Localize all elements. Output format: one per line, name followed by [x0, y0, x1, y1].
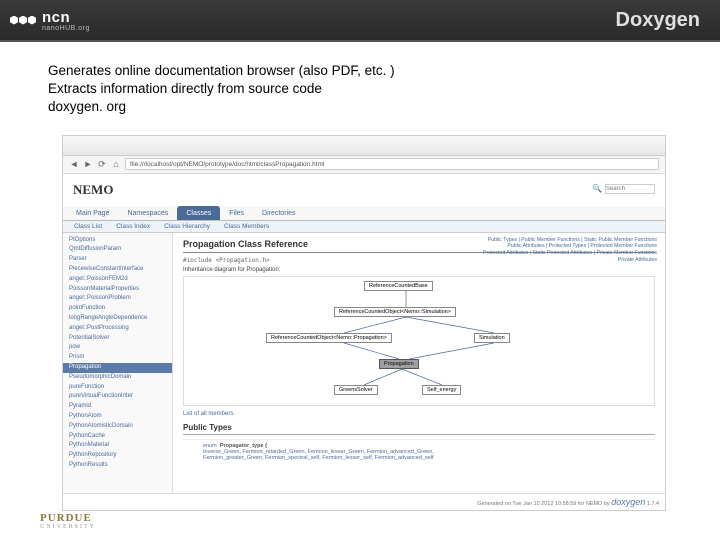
sidebar-item[interactable]: PIOptions: [63, 236, 172, 246]
sidebar-item[interactable]: PoissonMaterialProperties: [63, 285, 172, 295]
sidebar-item[interactable]: PythonMaterial: [63, 441, 172, 451]
subtab-class-hierarchy[interactable]: Class Hierarchy: [157, 221, 217, 232]
enum-row: enum Propagator_type { Inverse_Green, Fe…: [183, 439, 655, 461]
subtab-class-members[interactable]: Class Members: [217, 221, 276, 232]
search-area: 🔍: [592, 184, 655, 194]
forward-icon[interactable]: ►: [83, 159, 93, 169]
sidebar-item[interactable]: pureVirtualFunctionInter: [63, 392, 172, 402]
inheritance-diagram: ReferenceCountedBase ReferenceCountedObj…: [183, 276, 655, 406]
search-icon: 🔍: [592, 184, 602, 193]
summary-links[interactable]: Public Types | Public Member Functions |…: [483, 237, 657, 264]
bullet-list: Generates online documentation browser (…: [48, 62, 680, 117]
section-public-types: Public Types: [183, 423, 655, 435]
sidebar-item[interactable]: angel::PoissonFEM2d: [63, 275, 172, 285]
sidebar-item[interactable]: longRangeAngleDependence: [63, 314, 172, 324]
purdue-logo: PURDUE UNIVERSITY: [40, 512, 96, 530]
sidebar-item[interactable]: Propagation: [63, 363, 172, 373]
sidebar-item[interactable]: Prism: [63, 353, 172, 363]
slide-header: ncn nanoHUB.org Doxygen: [0, 0, 720, 42]
doc-content: Public Types | Public Member Functions |…: [173, 233, 665, 493]
slide-body: Generates online documentation browser (…: [0, 42, 720, 521]
back-icon[interactable]: ◄: [69, 159, 79, 169]
main-tabs: Main Page Namespaces Classes Files Direc…: [63, 206, 665, 221]
sidebar-item[interactable]: angel::PoissonProblem: [63, 294, 172, 304]
sidebar-item[interactable]: PythonCache: [63, 432, 172, 442]
sidebar-item[interactable]: QmtDiffusionParam: [63, 245, 172, 255]
tab-main-page[interactable]: Main Page: [67, 206, 118, 220]
sub-tabs: Class List Class Index Class Hierarchy C…: [63, 221, 665, 233]
node-refcountedobj-prop[interactable]: ReferenceCountedObject<Nemo::Propagation…: [266, 333, 392, 343]
browser-window: ◄ ► ⟳ ⌂ file:///localhost/opt/NEMO/proto…: [62, 135, 666, 511]
sidebar-item[interactable]: PiecewiseConstantInterface: [63, 265, 172, 275]
inheritance-caption: Inheritance diagram for Propagation:: [183, 267, 655, 273]
sidebar-item[interactable]: Parser: [63, 255, 172, 265]
all-members-link[interactable]: List of all members.: [183, 411, 655, 417]
tab-namespaces[interactable]: Namespaces: [118, 206, 177, 220]
project-title: NEMO: [73, 182, 655, 198]
node-propagation[interactable]: Propagation: [379, 359, 419, 369]
address-bar[interactable]: file:///localhost/opt/NEMO/prototype/doc…: [125, 158, 659, 170]
doxygen-logo[interactable]: doxygen: [611, 497, 645, 507]
brand-logo: ncn nanoHUB.org: [10, 9, 90, 32]
sidebar-item[interactable]: PythonAtom: [63, 412, 172, 422]
sidebar-item[interactable]: PseudomorphicDomain: [63, 373, 172, 383]
sidebar-item[interactable]: PotentialSolver: [63, 334, 172, 344]
sidebar-item[interactable]: PythonAtomisticDomain: [63, 422, 172, 432]
node-refcountedobj-sim[interactable]: ReferenceCountedObject<Nemo::Simulation>: [334, 307, 456, 317]
subtab-class-list[interactable]: Class List: [67, 221, 109, 232]
home-icon[interactable]: ⌂: [111, 159, 121, 169]
bullet-1: Generates online documentation browser (…: [48, 62, 680, 80]
sidebar-item[interactable]: pureFunction: [63, 383, 172, 393]
sidebar-item[interactable]: pow: [63, 343, 172, 353]
brand-text: ncn nanoHUB.org: [42, 9, 90, 32]
slide-title: Doxygen: [616, 9, 700, 32]
class-sidebar[interactable]: PIOptionsQmtDiffusionParamParserPiecewis…: [63, 233, 173, 493]
bullet-3: doxygen. org: [48, 98, 680, 116]
sidebar-item[interactable]: angel::PostProcessing: [63, 324, 172, 334]
tab-files[interactable]: Files: [220, 206, 253, 220]
node-selfenergy[interactable]: Self_energy: [422, 385, 461, 395]
node-simulation[interactable]: Simulation: [474, 333, 510, 343]
browser-toolbar: ◄ ► ⟳ ⌂ file:///localhost/opt/NEMO/proto…: [63, 156, 665, 174]
sidebar-item[interactable]: PythonRepository: [63, 451, 172, 461]
doxygen-footer: Generated on Tue Jan 10 2012 10:58:59 fo…: [63, 493, 665, 510]
subtab-class-index[interactable]: Class Index: [109, 221, 157, 232]
bullet-2: Extracts information directly from sourc…: [48, 80, 680, 98]
hex-logo-icon: [10, 16, 36, 25]
reload-icon[interactable]: ⟳: [97, 159, 107, 170]
node-greenssolver[interactable]: GreensSolver: [334, 385, 378, 395]
node-refcountedbase[interactable]: ReferenceCountedBase: [364, 281, 433, 291]
sidebar-item[interactable]: Pyramid: [63, 402, 172, 412]
sidebar-item[interactable]: pointFunction: [63, 304, 172, 314]
tab-classes[interactable]: Classes: [177, 206, 220, 220]
browser-tabstrip: [63, 136, 665, 156]
search-input[interactable]: [605, 184, 655, 194]
tab-directories[interactable]: Directories: [253, 206, 304, 220]
sidebar-item[interactable]: PythonResults: [63, 461, 172, 471]
doxygen-page: NEMO 🔍 Main Page Namespaces Classes File…: [63, 174, 665, 510]
